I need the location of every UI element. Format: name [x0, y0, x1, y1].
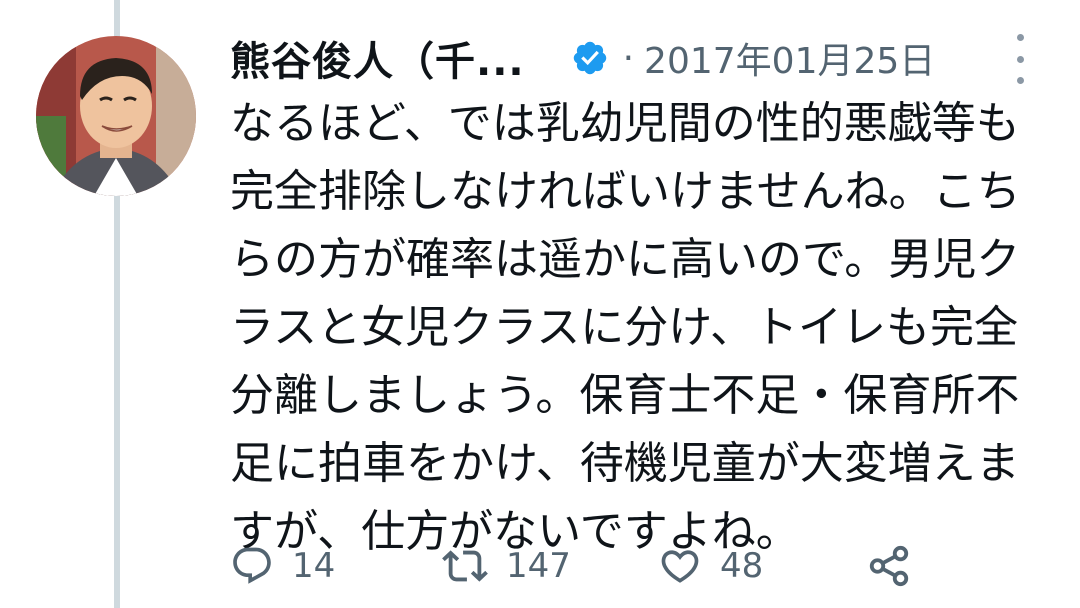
- reply-count: 14: [292, 546, 336, 586]
- tweet-text-line: らの方が確率は遥かに高いので。男児ク: [230, 234, 1021, 285]
- more-dot-icon: [1016, 77, 1024, 84]
- header-separator: ·: [622, 37, 635, 79]
- tweet-text-line: 完全排除しなければいけませんね。こち: [230, 166, 1021, 217]
- more-dot-icon: [1016, 34, 1024, 41]
- tweet-text-line: ラスと女児クラスに分け、トイレも完全: [230, 302, 1019, 353]
- tweet-text-line: 分離しましょう。保育士不足・保育所不: [230, 370, 1020, 421]
- tweet-text-line: 足に拍車をかけ、待機児童が大変増えま: [230, 438, 1020, 489]
- author-name[interactable]: 熊谷俊人（千...: [230, 29, 525, 87]
- like-count: 48: [720, 546, 764, 586]
- retweet-count: 147: [506, 546, 571, 586]
- tweet-timestamp[interactable]: 2017年01月25日: [644, 32, 935, 84]
- tweet-header: 熊谷俊人（千... · 2017年01月25日: [230, 28, 1030, 88]
- reply-icon: [230, 544, 274, 588]
- tweet-action-bar: 14 147 48: [230, 538, 990, 594]
- tweet-text-line: なるほど、では乳幼児間の性的悪戯等も: [230, 98, 1020, 149]
- share-button[interactable]: [866, 538, 912, 594]
- more-dot-icon: [1016, 55, 1024, 63]
- share-icon: [866, 543, 912, 589]
- retweet-button[interactable]: 147: [442, 538, 571, 594]
- retweet-icon: [442, 543, 488, 589]
- like-button[interactable]: 48: [658, 538, 763, 594]
- verified-badge-icon: [571, 39, 609, 77]
- avatar-photo: [36, 36, 196, 196]
- more-options-button[interactable]: [1010, 34, 1030, 84]
- reply-button[interactable]: 14: [230, 538, 335, 594]
- avatar[interactable]: [36, 36, 196, 196]
- tweet-text: なるほど、では乳幼児間の性的悪戯等も 完全排除しなければいけませんね。こち らの…: [230, 90, 1040, 566]
- heart-icon: [658, 544, 702, 588]
